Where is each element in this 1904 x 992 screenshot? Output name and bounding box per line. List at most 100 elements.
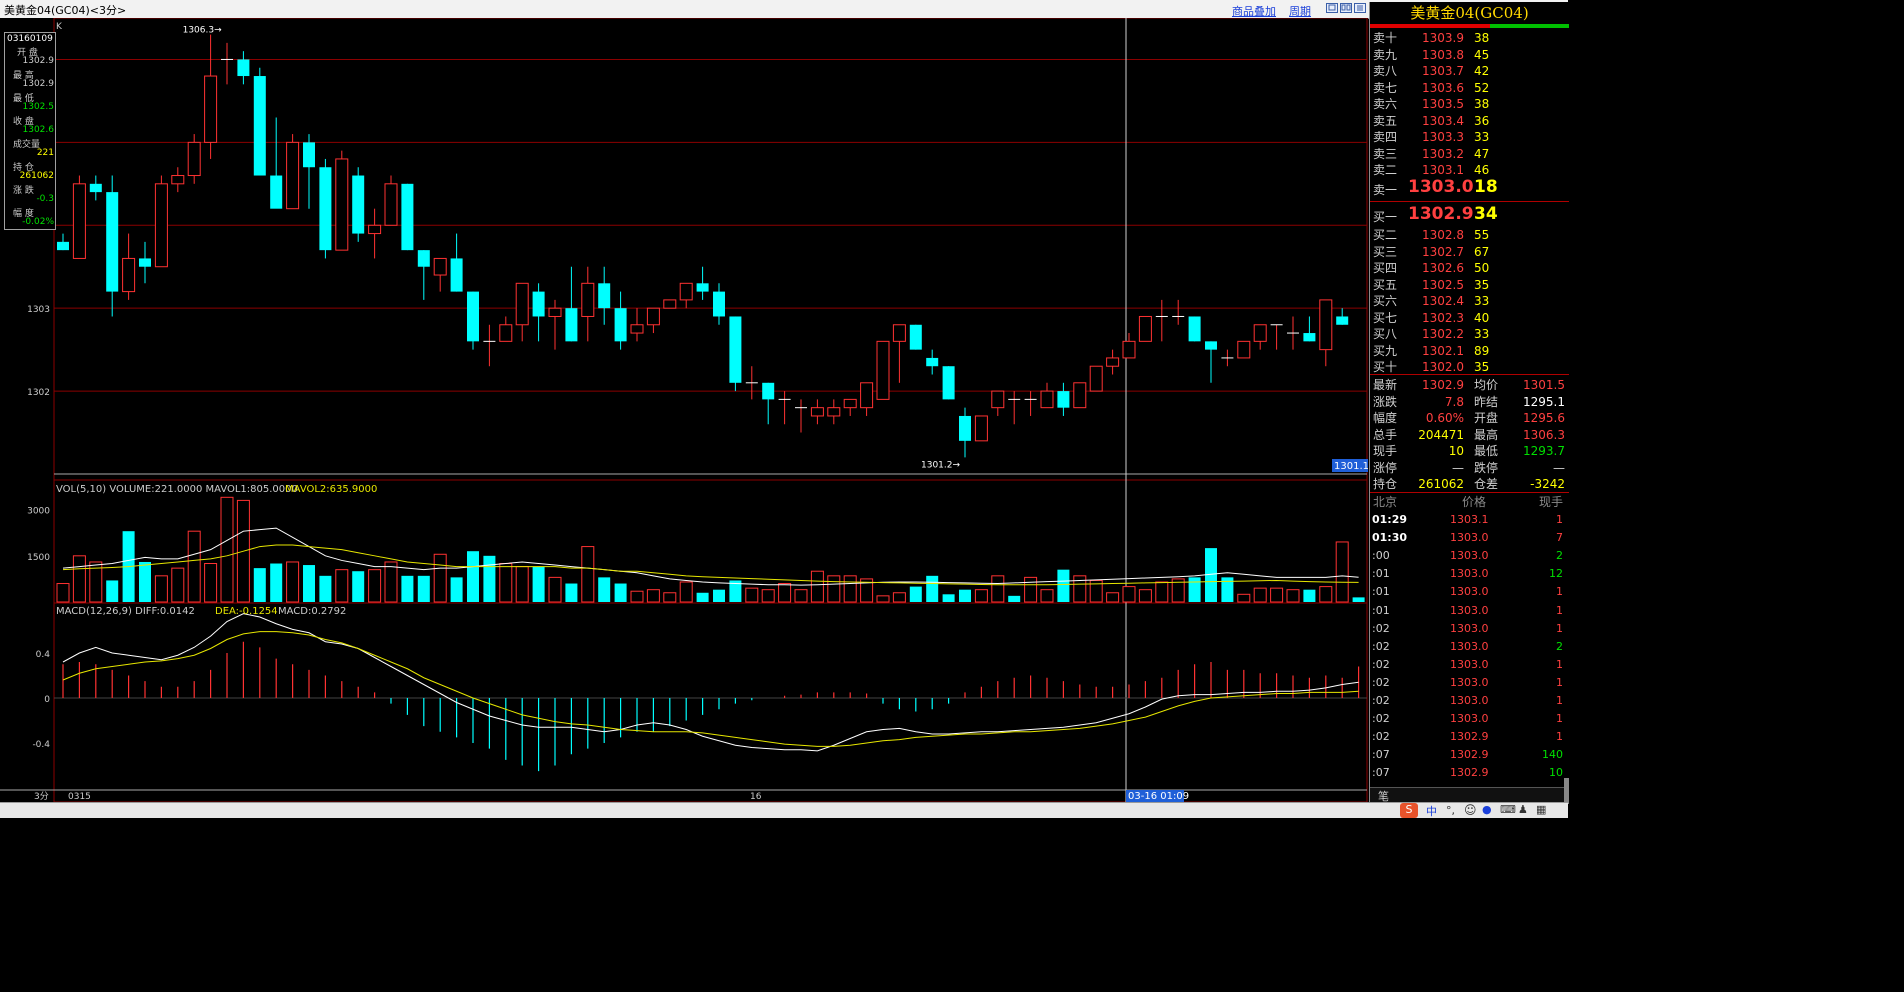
quote-l1: 现手 (1373, 444, 1398, 458)
ask-price: 1303.2 (1422, 146, 1464, 161)
bid-price: 1302.3 (1422, 310, 1464, 325)
tick-price: 1303.1 (1450, 513, 1489, 526)
ime-language-toggle[interactable]: 中 (1426, 803, 1437, 819)
bid-1-row[interactable]: 买一 1302.9 34 (1370, 204, 1569, 226)
tick-time: :07 (1372, 748, 1390, 762)
bid-row[interactable]: 买七 1302.3 40 (1370, 310, 1569, 326)
bid-label: 买七 (1373, 310, 1398, 325)
quote-v2: 1295.6 (1523, 411, 1565, 425)
quote-v1: 7.8 (1444, 394, 1464, 409)
bid-row[interactable]: 买十 1302.0 35 (1370, 359, 1569, 375)
candle-body-up (187, 141, 201, 177)
tick-row[interactable]: 01:30 1303.0 7 (1370, 529, 1569, 547)
ask-1-row[interactable]: 卖一 1303.0 18 (1370, 177, 1569, 199)
tick-row[interactable]: :02 1302.9 1 (1370, 728, 1569, 746)
bid-row[interactable]: 买六 1302.4 33 (1370, 293, 1569, 309)
candle-body-up (1040, 390, 1054, 409)
keyboard-icon[interactable]: ⌨ (1500, 803, 1516, 816)
candle-body-up (876, 340, 890, 400)
price-tick-label: 1302 (27, 388, 50, 398)
volume-bar-down (713, 589, 725, 602)
bid-row[interactable]: 买二 1302.8 55 (1370, 227, 1569, 243)
volume-bar-up (630, 590, 644, 603)
ask-row[interactable]: 卖三 1303.2 47 (1370, 146, 1569, 162)
toolbox-icon[interactable]: ▦ (1536, 803, 1546, 816)
tick-price: 1303.0 (1450, 603, 1489, 617)
candle-body-up (843, 398, 857, 409)
list-icon[interactable] (1354, 3, 1366, 13)
skin-icon[interactable]: ♟ (1518, 803, 1528, 816)
tick-row[interactable]: :07 1302.9 10 (1370, 764, 1569, 782)
bid-row[interactable]: 买九 1302.1 89 (1370, 343, 1569, 359)
volume-bar-up (1138, 589, 1152, 603)
macd-tick-label: -0.4 (32, 740, 50, 750)
tick-row[interactable]: :01 1303.0 1 (1370, 602, 1569, 620)
overlay-link[interactable]: 商品叠加 (1232, 3, 1276, 19)
bid-price: 1302.2 (1422, 327, 1464, 341)
time-label-0315: 0315 (68, 792, 91, 802)
candle-body-down (139, 258, 151, 267)
ask-row[interactable]: 卖二 1303.1 46 (1370, 162, 1569, 178)
ask-price: 1303.8 (1422, 47, 1464, 62)
bid-1-vol: 34 (1474, 204, 1498, 224)
bid-row[interactable]: 买五 1302.5 35 (1370, 277, 1569, 293)
candle-body-up (1253, 324, 1267, 342)
punctuation-icon[interactable]: °, (1446, 804, 1455, 817)
microphone-icon[interactable]: ● (1482, 803, 1492, 816)
tick-row[interactable]: :02 1303.0 2 (1370, 638, 1569, 656)
tile-icon[interactable] (1340, 3, 1352, 13)
ask-row[interactable]: 卖四 1303.3 33 (1370, 129, 1569, 145)
tick-row[interactable]: :02 1303.0 1 (1370, 692, 1569, 710)
bid-vol: 35 (1474, 277, 1490, 292)
bid-row[interactable]: 买三 1302.7 67 (1370, 244, 1569, 260)
ask-row[interactable]: 卖十 1303.9 38 (1370, 30, 1569, 46)
tick-time: :01 (1372, 567, 1390, 581)
candle-body-down (89, 183, 102, 193)
emoji-icon[interactable]: ☺ (1464, 803, 1477, 817)
ask-row[interactable]: 卖七 1303.6 52 (1370, 80, 1569, 96)
volume-bar-up (876, 595, 890, 603)
tick-row[interactable]: :01 1303.0 12 (1370, 565, 1569, 583)
volume-bar-up (56, 583, 70, 603)
bid-1-label: 买一 (1373, 210, 1398, 224)
period-link[interactable]: 周期 (1289, 3, 1311, 19)
tick-row[interactable]: :00 1303.0 2 (1370, 547, 1569, 565)
quote-v1: 204471 (1418, 427, 1464, 442)
quote-title: 美黄金04(GC04) (1410, 4, 1529, 22)
quote-l1: 最新 (1373, 378, 1398, 392)
quote-l1: 持仓 (1373, 477, 1398, 491)
ask-row[interactable]: 卖八 1303.7 42 (1370, 63, 1569, 79)
volume-bar-up (761, 589, 775, 603)
bid-price: 1302.4 (1422, 294, 1464, 308)
scroll-handle[interactable] (1564, 778, 1569, 804)
tick-row[interactable]: :02 1303.0 1 (1370, 674, 1569, 692)
volume-bar-up (843, 575, 857, 603)
tick-row[interactable]: :02 1303.0 1 (1370, 710, 1569, 728)
quote-l2: 开盘 (1474, 411, 1499, 425)
bid-row[interactable]: 买八 1302.2 33 (1370, 326, 1569, 342)
ask-row[interactable]: 卖六 1303.5 38 (1370, 96, 1569, 112)
tick-price: 1303.0 (1450, 549, 1489, 563)
tick-row[interactable]: :02 1303.0 1 (1370, 620, 1569, 638)
bid-vol: 89 (1474, 343, 1490, 358)
bid-1-price: 1302.9 (1408, 204, 1474, 224)
kline-chart[interactable]: 1304130313021306.3→1306.31301.2→1301.2K1… (0, 17, 1369, 803)
tick-row[interactable]: :02 1303.0 1 (1370, 656, 1569, 674)
volume-bar-up (1335, 541, 1349, 603)
tick-row[interactable]: :07 1302.9 140 (1370, 746, 1569, 764)
macd-histogram (54, 641, 1367, 772)
quote-l1: 总手 (1373, 427, 1398, 442)
quote-v1: 0.60% (1425, 411, 1464, 425)
bid-row[interactable]: 买四 1302.6 50 (1370, 260, 1569, 276)
ask-row[interactable]: 卖五 1303.4 36 (1370, 113, 1569, 129)
tick-row[interactable]: 01:29 1303.1 1 (1370, 511, 1569, 529)
quote-v2: 1295.1 (1523, 394, 1565, 409)
ask-1-vol: 18 (1474, 177, 1498, 197)
restore-icon[interactable] (1326, 3, 1338, 13)
chart-area[interactable]: 1304130313021306.3→1306.31301.2→1301.2K1… (0, 17, 1369, 803)
candle-body-up (974, 415, 988, 442)
ask-row[interactable]: 卖九 1303.8 45 (1370, 47, 1569, 63)
candle-body-down (417, 250, 430, 267)
tick-row[interactable]: :01 1303.0 1 (1370, 583, 1569, 601)
sogou-ime-icon[interactable]: S (1400, 803, 1418, 818)
